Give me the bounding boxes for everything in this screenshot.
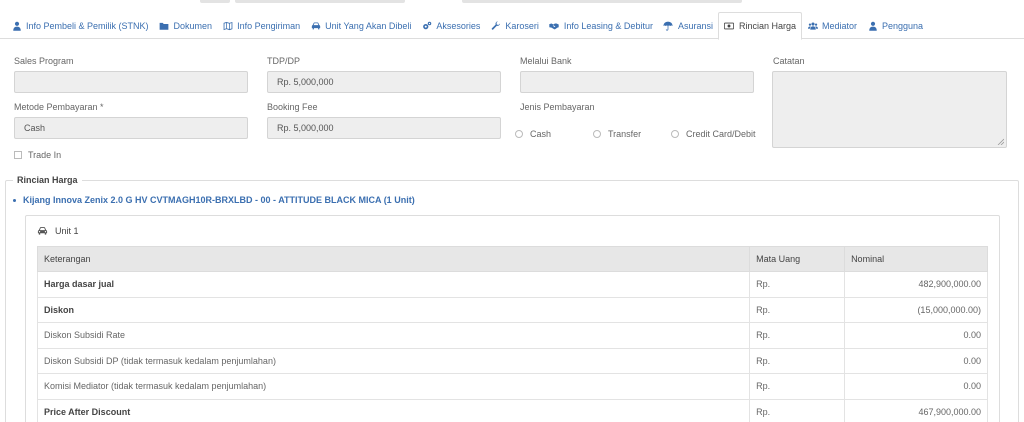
trade-in-label: Trade In <box>28 150 62 160</box>
column-nominal: Nominal <box>844 246 988 272</box>
radio-credit-card-circle[interactable] <box>671 130 679 138</box>
handshake-icon <box>549 20 560 31</box>
cell-keterangan: Diskon <box>36 296 751 323</box>
melalui-bank-label: Melalui Bank <box>520 56 572 66</box>
resize-grip-icon[interactable] <box>997 138 1004 145</box>
radio-transfer-label: Transfer <box>608 129 642 139</box>
tab-label: Dokumen <box>173 20 213 31</box>
catatan-label: Catatan <box>773 56 805 66</box>
tab-label: Aksesories <box>436 20 481 31</box>
bullet-icon <box>13 198 16 202</box>
tab-label: Asuransi <box>677 20 713 31</box>
cell-mata-uang: Rp. <box>749 322 846 349</box>
table-row: Diskon Rp. (15,000,000.00) <box>36 296 988 323</box>
radio-cash-circle[interactable] <box>515 130 523 138</box>
car-icon <box>310 20 321 31</box>
cell-nominal: 0.00 <box>844 347 988 374</box>
radio-cash-label: Cash <box>530 129 552 139</box>
tab-label: Info Pembeli & Pemilik (STNK) <box>26 20 149 31</box>
section-tabs: Info Pembeli & Pemilik (STNK) Dokumen Info… <box>0 12 1024 40</box>
table-row: Komisi Mediator (tidak termasuk kedalam … <box>36 373 988 400</box>
cogs-icon <box>421 20 432 31</box>
cell-keterangan: Diskon Subsidi Rate <box>36 322 751 349</box>
wrench-icon <box>490 20 501 31</box>
cell-keterangan: Diskon Subsidi DP (tidak termasuk kedala… <box>36 347 751 374</box>
unit-heading: Unit 1 <box>37 226 79 236</box>
cell-keterangan: Harga dasar jual <box>36 271 751 298</box>
jenis-pembayaran-label: Jenis Pembayaran <box>520 102 595 112</box>
tab-label: Mediator <box>822 20 858 31</box>
tab-label: Rincian Harga <box>738 21 796 31</box>
cell-mata-uang: Rp. <box>749 398 846 422</box>
car-icon <box>37 227 48 235</box>
map-icon <box>222 20 233 31</box>
item-title-text[interactable]: Kijang Innova Zenix 2.0 G HV CVTMAGH10R-… <box>23 195 415 205</box>
cell-nominal: 0.00 <box>844 373 988 400</box>
cell-nominal: 467,900,000.00 <box>844 398 988 422</box>
rincian-harga-legend: Rincian Harga <box>13 175 82 185</box>
table-row: Price After Discount Rp. 467,900,000.00 <box>36 398 988 422</box>
users-icon <box>807 20 818 31</box>
tab-asuransi[interactable]: Asuransi <box>658 12 718 39</box>
column-mata-uang: Mata Uang <box>749 246 846 272</box>
tab-karoseri[interactable]: Karoseri <box>485 12 544 39</box>
tdp-dp-label: TDP/DP <box>267 56 301 66</box>
cell-mata-uang: Rp. <box>749 296 846 323</box>
tdp-dp-field[interactable]: Rp. 5,000,000 <box>267 71 501 93</box>
tab-aksesories[interactable]: Aksesories <box>416 12 485 39</box>
user-icon <box>867 20 878 31</box>
tab-rincian-harga[interactable]: Rincian Harga <box>717 12 802 40</box>
cell-mata-uang: Rp. <box>749 271 846 298</box>
cell-mata-uang: Rp. <box>749 373 846 400</box>
tab-label: Info Pengiriman <box>237 20 301 31</box>
metode-pembayaran-field[interactable]: Cash <box>14 117 248 139</box>
money-icon <box>724 21 735 32</box>
cell-keterangan: Price After Discount <box>36 398 751 422</box>
radio-credit-card[interactable]: Credit Card/Debit <box>671 129 756 139</box>
trade-in-checkbox[interactable]: Trade In <box>14 150 61 160</box>
tab-dokumen[interactable]: Dokumen <box>154 12 218 39</box>
booking-fee-field[interactable]: Rp. 5,000,000 <box>267 117 501 139</box>
sales-program-label: Sales Program <box>14 56 74 66</box>
umbrella-icon <box>663 20 674 31</box>
melalui-bank-field[interactable] <box>520 71 754 93</box>
sales-program-field[interactable] <box>14 71 248 93</box>
radio-transfer[interactable]: Transfer <box>593 129 641 139</box>
metode-pembayaran-label: Metode Pembayaran * <box>14 102 104 112</box>
tab-info-pengiriman[interactable]: Info Pengiriman <box>217 12 305 39</box>
item-title[interactable]: Kijang Innova Zenix 2.0 G HV CVTMAGH10R-… <box>13 195 415 205</box>
radio-transfer-circle[interactable] <box>593 130 601 138</box>
tab-label: Unit Yang Akan Dibeli <box>325 20 412 31</box>
folder-icon <box>159 20 170 31</box>
booking-fee-label: Booking Fee <box>267 102 318 112</box>
trade-in-box[interactable] <box>14 151 22 159</box>
cell-keterangan: Komisi Mediator (tidak termasuk kedalam … <box>36 373 751 400</box>
top-scroll-remnant <box>0 0 1024 4</box>
unit-title: Unit 1 <box>55 226 79 236</box>
tab-unit-yang-akan-dibeli[interactable]: Unit Yang Akan Dibeli <box>305 12 416 39</box>
table-row: Diskon Subsidi DP (tidak termasuk kedala… <box>36 347 988 374</box>
cell-nominal: 482,900,000.00 <box>844 271 988 298</box>
tab-mediator[interactable]: Mediator <box>802 12 862 39</box>
table-row: Harga dasar jual Rp. 482,900,000.00 <box>36 271 988 298</box>
tab-info-leasing-debitur[interactable]: Info Leasing & Debitur <box>544 12 658 39</box>
radio-credit-card-label: Credit Card/Debit <box>686 129 756 139</box>
user-icon <box>11 20 22 31</box>
table-row: Diskon Subsidi Rate Rp. 0.00 <box>36 322 988 349</box>
cell-nominal: 0.00 <box>844 322 988 349</box>
cell-nominal: (15,000,000.00) <box>844 296 988 323</box>
table-header-row: Keterangan Mata Uang Nominal <box>36 246 988 272</box>
column-keterangan: Keterangan <box>36 246 751 272</box>
catatan-textarea[interactable] <box>772 71 1007 148</box>
cell-mata-uang: Rp. <box>749 347 846 374</box>
tab-label: Karoseri <box>505 20 539 31</box>
price-table: Keterangan Mata Uang Nominal Harga dasar… <box>36 246 988 422</box>
tab-label: Info Leasing & Debitur <box>563 20 653 31</box>
radio-cash[interactable]: Cash <box>515 129 551 139</box>
tab-pengguna[interactable]: Pengguna <box>862 12 928 39</box>
tab-info-pembeli-pemilik-stnk[interactable]: Info Pembeli & Pemilik (STNK) <box>6 12 154 39</box>
tab-label: Pengguna <box>882 20 924 31</box>
